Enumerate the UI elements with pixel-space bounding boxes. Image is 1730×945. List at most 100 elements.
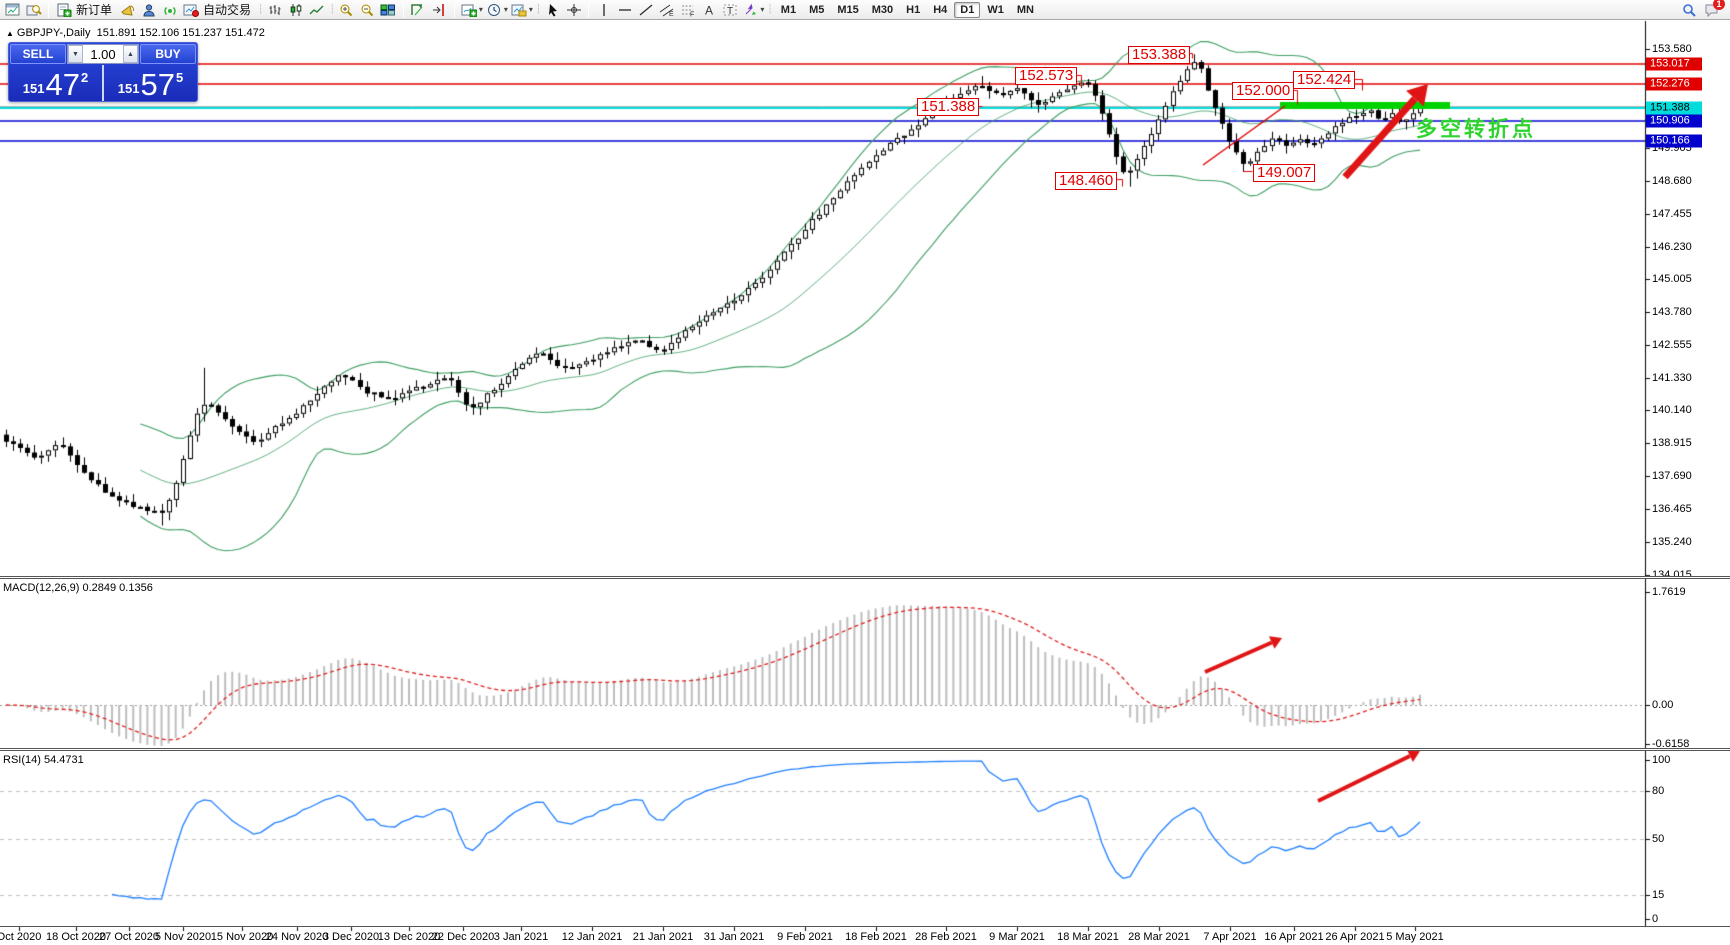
rsi-tick-label: 80 [1652, 785, 1664, 797]
timeframe-m15[interactable]: M15 [831, 2, 864, 18]
macd-tick-label: 1.7619 [1652, 586, 1686, 598]
bid-price[interactable]: 151 47 2 [9, 65, 102, 102]
price-callout-label[interactable]: 148.460 [1055, 172, 1117, 190]
price-callout-label[interactable]: 152.573 [1015, 67, 1077, 85]
text-label-tool-icon[interactable]: T [720, 1, 739, 19]
horizontal-line-tool-icon[interactable] [615, 1, 634, 19]
price-line-badge: 151.388 [1646, 101, 1702, 114]
search-icon[interactable] [1679, 1, 1698, 19]
symbol-name: GBPJPY-,Daily [17, 27, 91, 39]
date-axis-separator [0, 926, 1730, 927]
volume-up-button[interactable]: ▲ [123, 45, 138, 63]
new-chart-icon[interactable] [3, 1, 22, 19]
date-axis-label: 18 Mar 2021 [1057, 931, 1119, 943]
chart-shift-icon[interactable] [430, 1, 449, 19]
rsi-tick-label: 15 [1652, 889, 1664, 901]
new-order-icon[interactable] [54, 1, 73, 19]
toolbar-separator [48, 2, 49, 18]
price-tick-label: 136.465 [1652, 503, 1692, 515]
market-watch-icon[interactable] [24, 1, 43, 19]
price-callout-label[interactable]: 152.000 [1232, 82, 1294, 100]
price-tick-label: 145.005 [1652, 273, 1692, 285]
templates-caret[interactable]: ▾ [529, 5, 533, 14]
notification-badge: 1 [1713, 0, 1725, 10]
rsi-pane-label: RSI(14) 54.4731 [3, 754, 84, 766]
new-order-label[interactable]: 新订单 [76, 1, 112, 18]
indicators-caret[interactable]: ▾ [479, 5, 483, 14]
ask-price[interactable]: 151 57 5 [104, 65, 197, 102]
timeframe-m1[interactable]: M1 [775, 2, 802, 18]
cursor-tool-icon[interactable] [543, 1, 562, 19]
toolbar-handle: ┆ [329, 4, 333, 15]
arrows-tool-caret[interactable]: ▾ [760, 5, 764, 14]
auto-arrange-icon[interactable] [409, 1, 428, 19]
bull-bear-turning-point-annotation[interactable]: 多空转折点 [1416, 113, 1536, 143]
text-tool-icon[interactable]: A [699, 1, 718, 19]
vertical-line-tool-icon[interactable] [594, 1, 613, 19]
svg-text:E: E [669, 11, 674, 17]
price-tick-label: 143.780 [1652, 306, 1692, 318]
price-tick-label: 141.330 [1652, 372, 1692, 384]
volume-value[interactable]: 1.00 [83, 45, 123, 63]
timeframe-m5[interactable]: M5 [803, 2, 830, 18]
arrows-tool-icon[interactable] [741, 1, 760, 19]
price-callout-label[interactable]: 153.388 [1128, 46, 1190, 64]
timeframe-m30[interactable]: M30 [866, 2, 899, 18]
price-line-badge: 150.166 [1646, 134, 1702, 147]
autotrading-icon[interactable] [181, 1, 200, 19]
pane-separator-macd[interactable] [0, 576, 1730, 579]
tile-windows-icon[interactable] [379, 1, 398, 19]
buy-button[interactable]: BUY [140, 44, 196, 64]
volume-stepper: ▼ 1.00 ▲ [67, 44, 139, 64]
zoom-out-icon[interactable] [358, 1, 377, 19]
timeframe-h1[interactable]: H1 [900, 2, 926, 18]
periods-icon[interactable] [485, 1, 504, 19]
date-axis-label: 31 Jan 2021 [704, 931, 765, 943]
timeframe-h4[interactable]: H4 [927, 2, 953, 18]
svg-text:T: T [727, 6, 733, 17]
zoom-in-icon[interactable] [337, 1, 356, 19]
timeframe-d1[interactable]: D1 [954, 2, 980, 18]
date-axis-label: 7 Apr 2021 [1203, 931, 1256, 943]
price-callout-label[interactable]: 152.424 [1293, 71, 1355, 89]
periods-caret[interactable]: ▾ [504, 5, 508, 14]
date-axis-label: 9 Mar 2021 [989, 931, 1045, 943]
ask-pips: 57 [140, 71, 174, 99]
one-click-trading-panel: SELL ▼ 1.00 ▲ BUY 151 47 2 151 57 5 [8, 42, 198, 102]
price-callout-label[interactable]: 149.007 [1253, 164, 1315, 182]
signals-icon[interactable] [160, 1, 179, 19]
date-axis-label: 9 Feb 2021 [777, 931, 833, 943]
crosshair-tool-icon[interactable] [564, 1, 583, 19]
notifications-icon[interactable]: 1 [1702, 1, 1721, 19]
collapse-arrow-icon[interactable]: ▲ [6, 29, 14, 38]
date-axis-label: 26 Apr 2021 [1325, 931, 1384, 943]
date-axis-label: 3 Jan 2021 [494, 931, 548, 943]
indicators-icon[interactable] [460, 1, 479, 19]
price-tick-label: 153.580 [1652, 43, 1692, 55]
autotrading-label[interactable]: 自动交易 [203, 1, 251, 18]
rsi-tick-label: 100 [1652, 754, 1670, 766]
fibonacci-tool-icon[interactable]: F [678, 1, 697, 19]
bar-chart-type-icon[interactable] [265, 1, 284, 19]
templates-icon[interactable] [510, 1, 529, 19]
date-axis-label: 16 Apr 2021 [1264, 931, 1323, 943]
line-chart-type-icon[interactable] [307, 1, 326, 19]
alerts-icon[interactable] [118, 1, 137, 19]
price-tick-label: 135.240 [1652, 536, 1692, 548]
price-tick-label: 148.680 [1652, 175, 1692, 187]
sell-button[interactable]: SELL [10, 44, 66, 64]
timeframe-w1[interactable]: W1 [981, 2, 1010, 18]
date-axis-label: 27 Oct 2020 [99, 931, 159, 943]
community-icon[interactable] [139, 1, 158, 19]
timeframe-group: M1M5M15M30H1H4D1W1MN [775, 2, 1040, 18]
candlestick-type-icon[interactable] [286, 1, 305, 19]
toolbar-handle: ┆ [258, 4, 262, 15]
trendline-tool-icon[interactable] [636, 1, 655, 19]
timeframe-mn[interactable]: MN [1011, 2, 1040, 18]
date-axis-label: 12 Jan 2021 [562, 931, 623, 943]
volume-down-button[interactable]: ▼ [68, 45, 83, 63]
pane-separator-rsi[interactable] [0, 748, 1730, 751]
price-callout-label[interactable]: 151.388 [917, 98, 979, 116]
equidistant-channel-tool-icon[interactable]: E [657, 1, 676, 19]
price-tick-label: 142.555 [1652, 339, 1692, 351]
